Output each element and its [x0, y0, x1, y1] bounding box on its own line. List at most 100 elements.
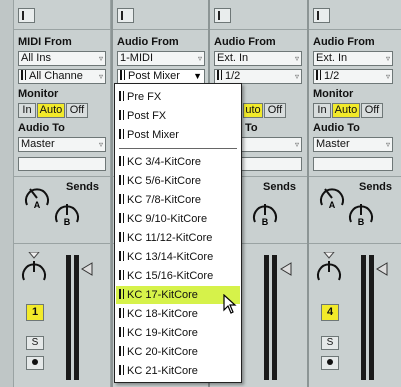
- channel-icon: [21, 70, 26, 80]
- chevron-down-icon: ▿: [98, 54, 103, 63]
- input-channel-dropdown[interactable]: 1/2 ▿: [313, 69, 393, 84]
- send-b-letter: B: [262, 217, 269, 227]
- send-b-knob-icon[interactable]: B: [346, 200, 376, 230]
- menu-item[interactable]: KC 20-KitCore: [116, 343, 240, 361]
- send-b-letter: B: [358, 217, 365, 227]
- meter-arrow-icon[interactable]: [280, 262, 292, 276]
- menu-item-label: KC 5/6-KitCore: [127, 175, 201, 187]
- menu-item-label: KC 18-KitCore: [127, 308, 198, 320]
- monitor-off-button[interactable]: Off: [361, 103, 383, 118]
- chevron-down-icon: ▿: [197, 54, 202, 63]
- input-channel-value: 1/2: [324, 70, 340, 82]
- record-icon: [32, 359, 38, 365]
- menu-item-post-fx[interactable]: Post FX: [116, 107, 240, 125]
- monitor-off-button[interactable]: Off: [66, 103, 88, 118]
- sends-label: Sends: [263, 181, 297, 193]
- send-a-knob-icon[interactable]: A: [317, 183, 347, 213]
- track-4: Audio From Ext. In ▿ 1/2 ▿ Monitor In Au…: [309, 0, 401, 387]
- record-icon: [327, 359, 333, 365]
- chevron-down-icon: ▿: [98, 140, 103, 149]
- solo-button[interactable]: S: [321, 336, 339, 350]
- menu-item[interactable]: KC 11/12-KitCore: [116, 229, 240, 247]
- menu-item[interactable]: KC 9/10-KitCore: [116, 210, 240, 228]
- menu-item[interactable]: KC 18-KitCore: [116, 305, 240, 323]
- monitor-off-button[interactable]: Off: [264, 103, 286, 118]
- volume-meter-right: [369, 255, 374, 380]
- menu-item-label: KC 13/14-KitCore: [127, 251, 214, 263]
- track-4-activator[interactable]: [313, 8, 330, 23]
- volume-knob-icon[interactable]: [314, 252, 344, 286]
- volume-knob-icon[interactable]: [19, 252, 49, 286]
- divider: [309, 243, 401, 244]
- solo-button[interactable]: S: [26, 336, 44, 350]
- channel-icon: [119, 110, 124, 120]
- audio-to-label: Audio To: [313, 122, 360, 134]
- monitor-in-button[interactable]: In: [18, 103, 36, 118]
- track-2-activator[interactable]: [117, 8, 134, 23]
- channel-icon: [119, 232, 124, 242]
- menu-item[interactable]: KC 5/6-KitCore: [116, 172, 240, 190]
- menu-item-label: KC 9/10-KitCore: [127, 213, 208, 225]
- monitor-auto-button[interactable]: Auto: [332, 103, 360, 118]
- send-a-knob-icon[interactable]: A: [22, 183, 52, 213]
- input-type-dropdown[interactable]: All Ins ▿: [18, 51, 106, 66]
- menu-item-label: KC 3/4-KitCore: [127, 156, 201, 168]
- monitor-auto-button[interactable]: uto: [243, 103, 263, 118]
- menu-item[interactable]: KC 15/16-KitCore: [116, 267, 240, 285]
- menu-item[interactable]: KC 7/8-KitCore: [116, 191, 240, 209]
- monitor-auto-button[interactable]: Auto: [37, 103, 65, 118]
- menu-item[interactable]: KC 21-KitCore: [116, 362, 240, 380]
- monitor-label: Monitor: [18, 88, 59, 100]
- audio-to-label: Audio To: [18, 122, 65, 134]
- output-dropdown[interactable]: Master ▿: [18, 137, 106, 152]
- sends-label: Sends: [359, 181, 393, 193]
- arm-button[interactable]: [26, 356, 44, 370]
- channel-icon: [119, 251, 124, 261]
- menu-item[interactable]: KC 3/4-KitCore: [116, 153, 240, 171]
- send-b-letter: B: [64, 217, 71, 227]
- chevron-down-icon: ▿: [385, 54, 390, 63]
- track-activator-button[interactable]: 4: [321, 304, 339, 321]
- menu-item-post-mixer[interactable]: Post Mixer: [116, 126, 240, 144]
- track-3-activator[interactable]: [214, 8, 231, 23]
- menu-item-label: KC 11/12-KitCore: [127, 232, 213, 244]
- input-channel-dropdown[interactable]: All Channe ▿: [18, 69, 106, 84]
- menu-item[interactable]: KC 19-KitCore: [116, 324, 240, 342]
- audio-from-label: Audio From: [214, 36, 276, 48]
- volume-meter-left: [361, 255, 366, 380]
- channel-icon: [119, 156, 124, 166]
- send-b-knob-icon[interactable]: B: [250, 200, 280, 230]
- input-channel-dropdown[interactable]: Post Mixer ▼: [117, 69, 205, 84]
- menu-item-label: KC 17-KitCore: [127, 289, 198, 301]
- menu-item[interactable]: KC 13/14-KitCore: [116, 248, 240, 266]
- monitor-group: In Auto Off: [18, 103, 108, 118]
- input-type-value: Ext. In: [316, 52, 348, 64]
- input-channel-menu: Pre FX Post FX Post Mixer KC 3/4-KitCore…: [114, 83, 242, 383]
- menu-item-label: Pre FX: [127, 91, 162, 103]
- arm-button[interactable]: [321, 356, 339, 370]
- channel-icon: [316, 70, 321, 80]
- meter-arrow-icon[interactable]: [376, 262, 388, 276]
- menu-item-selected[interactable]: KC 17-KitCore: [116, 286, 240, 304]
- input-type-dropdown[interactable]: Ext. In ▿: [313, 51, 393, 66]
- meter-arrow-icon[interactable]: [81, 262, 93, 276]
- audio-to-label: To: [245, 122, 258, 134]
- chevron-down-icon: ▿: [385, 72, 390, 81]
- output-channel-dropdown[interactable]: [18, 157, 106, 171]
- input-channel-dropdown[interactable]: 1/2 ▿: [214, 69, 302, 84]
- input-type-dropdown[interactable]: 1-MIDI ▿: [117, 51, 205, 66]
- divider: [14, 176, 110, 177]
- sends-label: Sends: [66, 181, 100, 193]
- send-a-letter: A: [329, 200, 336, 210]
- input-type-dropdown[interactable]: Ext. In ▿: [214, 51, 302, 66]
- midi-from-label: MIDI From: [18, 36, 72, 48]
- menu-item-label: Post Mixer: [127, 129, 179, 141]
- menu-item-pre-fx[interactable]: Pre FX: [116, 88, 240, 106]
- output-channel-dropdown[interactable]: [313, 157, 393, 171]
- track-activator-button[interactable]: 1: [26, 304, 44, 321]
- monitor-in-button[interactable]: In: [313, 103, 331, 118]
- output-dropdown[interactable]: Master ▿: [313, 137, 393, 152]
- volume-meter-left: [264, 255, 269, 380]
- send-b-knob-icon[interactable]: B: [52, 200, 82, 230]
- track-1-activator[interactable]: [18, 8, 35, 23]
